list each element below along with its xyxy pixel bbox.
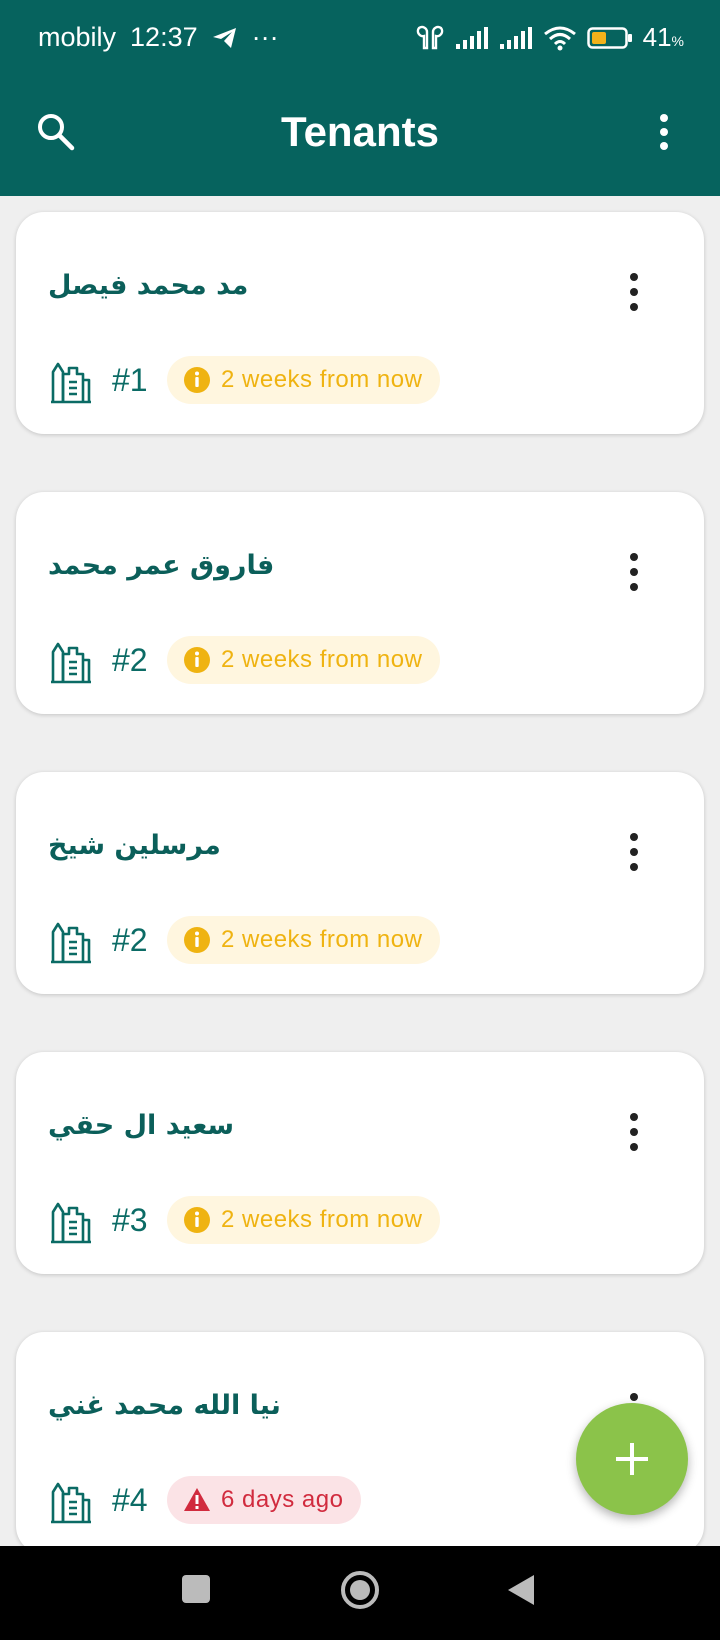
signal-icon-1 — [455, 26, 488, 49]
unit-number: #1 — [112, 362, 148, 398]
warning-triangle-icon — [184, 1488, 210, 1511]
info-icon — [184, 1207, 210, 1233]
tenant-card[interactable]: مرسلين شيخ #2 2 weeks from now — [16, 772, 704, 994]
info-icon — [184, 927, 210, 953]
more-vert-icon[interactable] — [624, 552, 644, 592]
more-vert-icon[interactable] — [624, 832, 644, 872]
info-icon — [184, 367, 210, 393]
tenant-name: نيا الله محمد غني — [48, 1390, 281, 1421]
due-text: 6 days ago — [221, 1486, 344, 1513]
building-icon — [51, 922, 91, 964]
battery-level: 41% — [642, 22, 684, 52]
due-text: 2 weeks from now — [221, 646, 423, 673]
unit-number: #2 — [112, 642, 148, 678]
building-icon — [51, 642, 91, 684]
earbuds-icon — [416, 25, 443, 49]
due-text: 2 weeks from now — [221, 926, 423, 953]
more-vert-icon[interactable] — [624, 272, 644, 312]
unit-number: #2 — [112, 922, 148, 958]
due-status-badge: 2 weeks from now — [167, 1196, 441, 1244]
more-vert-icon[interactable] — [642, 110, 686, 154]
building-icon — [51, 1482, 91, 1524]
due-status-badge: 2 weeks from now — [167, 356, 441, 404]
status-left: mobily 12:37 ··· — [38, 22, 279, 53]
status-bar: mobily 12:37 ··· 41% — [0, 0, 720, 80]
building-icon — [51, 1202, 91, 1244]
plus-icon — [616, 1443, 648, 1475]
unit-number: #4 — [112, 1482, 148, 1518]
due-status-badge: 6 days ago — [167, 1476, 362, 1524]
status-right: 41% — [415, 22, 684, 53]
home-button[interactable] — [340, 1570, 380, 1610]
page-title: Tenants — [281, 108, 439, 155]
add-tenant-button[interactable] — [576, 1403, 688, 1515]
tenant-name: فاروق عمر محمد — [48, 550, 275, 581]
clock: 12:37 — [130, 22, 198, 52]
signal-icon-2 — [499, 26, 532, 49]
telegram-icon — [212, 27, 236, 48]
more-vert-icon[interactable] — [624, 1112, 644, 1152]
wifi-icon — [543, 26, 576, 50]
building-icon — [51, 362, 91, 404]
due-text: 2 weeks from now — [221, 366, 423, 393]
tenant-name: مرسلين شيخ — [48, 830, 221, 861]
battery-icon — [586, 26, 632, 49]
due-status-badge: 2 weeks from now — [167, 636, 441, 684]
system-nav-bar — [0, 1546, 720, 1640]
tenant-name: مد محمد فيصل — [48, 270, 249, 301]
tenant-name: سعيد ال حقي — [48, 1110, 235, 1141]
tenant-card[interactable]: فاروق عمر محمد #2 2 weeks from now — [16, 492, 704, 714]
more-notifications: ··· — [251, 22, 279, 52]
back-button[interactable] — [506, 1574, 536, 1606]
due-status-badge: 2 weeks from now — [167, 916, 441, 964]
tenant-card[interactable]: مد محمد فيصل #1 2 weeks from now — [16, 212, 704, 434]
carrier-name: mobily — [38, 22, 117, 52]
unit-number: #3 — [112, 1202, 148, 1238]
info-icon — [184, 647, 210, 673]
app-bar: Tenants — [0, 80, 720, 196]
tenant-card[interactable]: سعيد ال حقي #3 2 weeks from now — [16, 1052, 704, 1274]
recents-button[interactable] — [181, 1574, 211, 1604]
due-text: 2 weeks from now — [221, 1206, 423, 1233]
